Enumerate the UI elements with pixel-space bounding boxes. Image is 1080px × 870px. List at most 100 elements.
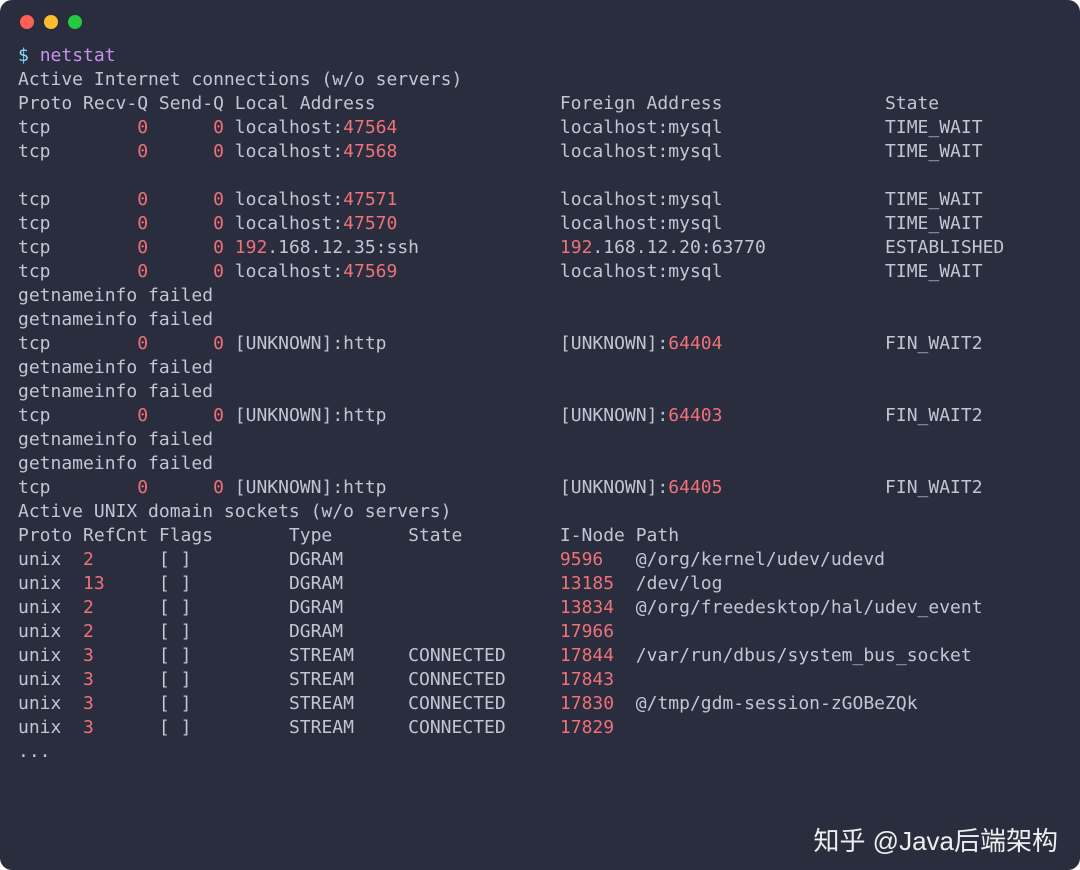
unix-state: CONNECTED — [408, 645, 560, 666]
inet-recvq: 0 — [137, 261, 148, 282]
output-line: Active UNIX domain sockets (w/o servers) — [18, 500, 1062, 524]
unix-state: CONNECTED — [408, 669, 560, 690]
unix-inode: 13834 — [560, 597, 614, 618]
unix-state: CONNECTED — [408, 717, 560, 738]
unix-type: STREAM — [289, 717, 408, 738]
inet-recvq: 0 — [137, 213, 148, 234]
output-line: getnameinfo failed — [18, 356, 1062, 380]
unix-type: DGRAM — [289, 549, 408, 570]
terminal-window: $ netstatActive Internet connections (w/… — [0, 0, 1080, 870]
inet-recvq: 0 — [137, 189, 148, 210]
output-line: unix 2 [ ] DGRAM 17966 — [18, 620, 1062, 644]
unix-inode: 17830 — [560, 693, 614, 714]
inet-proto: tcp — [18, 213, 83, 234]
maximize-icon[interactable] — [68, 15, 82, 29]
watermark: 知乎 @Java后端架构 — [813, 821, 1058, 858]
output-line: getnameinfo failed — [18, 452, 1062, 476]
inet-sendq: 0 — [213, 333, 224, 354]
inet-state: FIN_WAIT2 — [885, 333, 983, 354]
inet-foreign-address: localhost:mysql — [560, 261, 723, 282]
inet-proto: tcp — [18, 333, 83, 354]
unix-flags: [ ] — [159, 693, 289, 714]
inet-recvq: 0 — [137, 117, 148, 138]
output-line: tcp 0 0 localhost:47568 localhost:mysql … — [18, 140, 1062, 164]
close-icon[interactable] — [20, 15, 34, 29]
inet-sendq: 0 — [213, 261, 224, 282]
unix-path: /var/run/dbus/system_bus_socket — [636, 645, 972, 666]
unix-type: STREAM — [289, 645, 408, 666]
unix-state: CONNECTED — [408, 693, 560, 714]
inet-sendq: 0 — [213, 237, 224, 258]
inet-sendq: 0 — [213, 189, 224, 210]
output-line: ... — [18, 740, 1062, 764]
minimize-icon[interactable] — [44, 15, 58, 29]
unix-type: DGRAM — [289, 573, 408, 594]
output-line: tcp 0 0 localhost:47571 localhost:mysql … — [18, 188, 1062, 212]
inet-local-address: [UNKNOWN]:http — [235, 405, 387, 426]
unix-path: @/tmp/gdm-session-zGOBeZQk — [636, 693, 918, 714]
inet-recvq: 0 — [137, 141, 148, 162]
inet-message: getnameinfo failed — [18, 381, 213, 402]
unix-type: DGRAM — [289, 597, 408, 618]
unix-proto: unix — [18, 669, 83, 690]
output-line: unix 2 [ ] DGRAM 13834 @/org/freedesktop… — [18, 596, 1062, 620]
output-line — [18, 164, 1062, 188]
unix-state — [408, 573, 560, 594]
output-line: unix 3 [ ] STREAM CONNECTED 17844 /var/r… — [18, 644, 1062, 668]
output-line: $ netstat — [18, 44, 1062, 68]
terminal-output[interactable]: $ netstatActive Internet connections (w/… — [0, 44, 1080, 782]
inet-foreign-address: [UNKNOWN]:64404 — [560, 333, 723, 354]
inet-recvq: 0 — [137, 333, 148, 354]
inet-message: getnameinfo failed — [18, 453, 213, 474]
unix-type: STREAM — [289, 693, 408, 714]
unix-proto: unix — [18, 693, 83, 714]
unix-flags: [ ] — [159, 717, 289, 738]
unix-type: DGRAM — [289, 621, 408, 642]
unix-state — [408, 621, 560, 642]
inet-local-address: 192.168.12.35:ssh — [235, 237, 419, 258]
unix-flags: [ ] — [159, 549, 289, 570]
unix-heading: Active UNIX domain sockets (w/o servers) — [18, 501, 451, 522]
unix-flags: [ ] — [159, 597, 289, 618]
unix-refcnt: 3 — [83, 693, 94, 714]
unix-refcnt: 3 — [83, 645, 94, 666]
inet-foreign-address: 192.168.12.20:63770 — [560, 237, 766, 258]
inet-proto: tcp — [18, 117, 83, 138]
output-line: tcp 0 0 192.168.12.35:ssh 192.168.12.20:… — [18, 236, 1062, 260]
inet-local-address: [UNKNOWN]:http — [235, 333, 387, 354]
unix-state — [408, 549, 560, 570]
output-line: tcp 0 0 localhost:47564 localhost:mysql … — [18, 116, 1062, 140]
unix-flags: [ ] — [159, 573, 289, 594]
unix-proto: unix — [18, 597, 83, 618]
unix-refcnt: 3 — [83, 669, 94, 690]
inet-state: FIN_WAIT2 — [885, 477, 983, 498]
output-line: tcp 0 0 [UNKNOWN]:http [UNKNOWN]:64404 F… — [18, 332, 1062, 356]
output-line: tcp 0 0 [UNKNOWN]:http [UNKNOWN]:64403 F… — [18, 404, 1062, 428]
unix-state — [408, 597, 560, 618]
unix-refcnt: 2 — [83, 621, 94, 642]
inet-foreign-address: [UNKNOWN]:64405 — [560, 477, 723, 498]
inet-recvq: 0 — [137, 405, 148, 426]
titlebar — [0, 0, 1080, 44]
inet-proto: tcp — [18, 261, 83, 282]
inet-message: getnameinfo failed — [18, 285, 213, 306]
inet-recvq: 0 — [137, 237, 148, 258]
unix-inode: 13185 — [560, 573, 614, 594]
unix-proto: unix — [18, 621, 83, 642]
unix-path: /dev/log — [636, 573, 723, 594]
output-line: getnameinfo failed — [18, 428, 1062, 452]
inet-message: getnameinfo failed — [18, 429, 213, 450]
output-line: getnameinfo failed — [18, 308, 1062, 332]
unix-refcnt: 13 — [83, 573, 105, 594]
unix-inode: 17829 — [560, 717, 614, 738]
unix-type: STREAM — [289, 669, 408, 690]
output-line: Proto RefCnt Flags Type State I-Node Pat… — [18, 524, 1062, 548]
inet-proto: tcp — [18, 405, 83, 426]
inet-state: TIME_WAIT — [885, 117, 983, 138]
inet-proto: tcp — [18, 477, 83, 498]
output-line: unix 3 [ ] STREAM CONNECTED 17843 — [18, 668, 1062, 692]
output-line: unix 3 [ ] STREAM CONNECTED 17830 @/tmp/… — [18, 692, 1062, 716]
inet-sendq: 0 — [213, 405, 224, 426]
output-line: unix 13 [ ] DGRAM 13185 /dev/log — [18, 572, 1062, 596]
unix-proto: unix — [18, 549, 83, 570]
